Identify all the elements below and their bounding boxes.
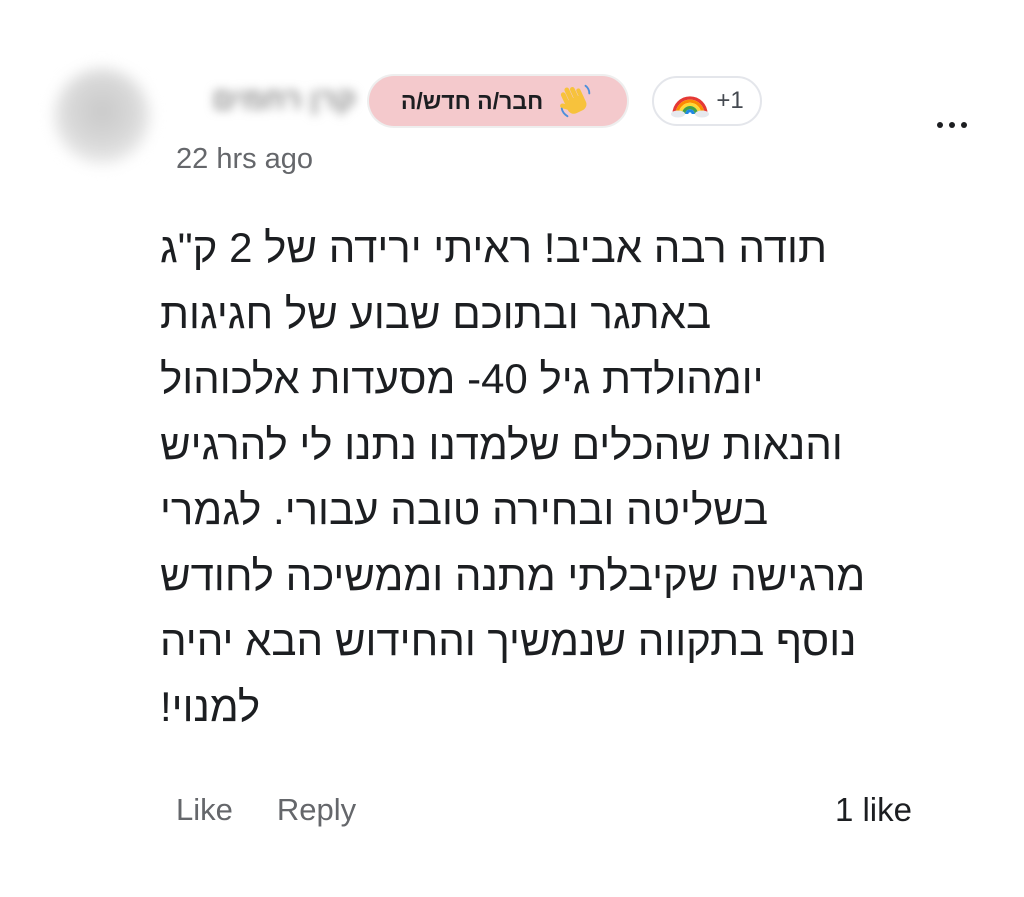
- like-count[interactable]: 1 like: [835, 788, 912, 832]
- avatar[interactable]: [54, 68, 150, 164]
- comment-text: תודה רבה אביב! ראיתי ירידה של 2 ק"ג באתג…: [160, 215, 900, 739]
- rainbow-icon: [671, 96, 710, 118]
- comment-timestamp[interactable]: 22 hrs ago: [176, 143, 313, 176]
- more-options-icon-dot: [949, 122, 955, 128]
- more-options-icon-dot: [961, 122, 967, 128]
- comment-text-line: נוסף בתקווה שנמשיך והחידוש הבא יהיה: [160, 617, 857, 664]
- comment-text-line: תודה רבה אביב! ראיתי ירידה של 2 ק"ג: [160, 224, 827, 271]
- comment-text-line: למנוי!: [160, 682, 261, 730]
- like-button[interactable]: Like: [176, 792, 233, 828]
- comment-text-line: באתגר ובתוכם שבוע של חגיגות: [160, 289, 712, 337]
- comment-text-line: יומהולדת גיל 40- מסעדות אלכוהול: [160, 355, 764, 402]
- more-options-button[interactable]: [930, 110, 974, 140]
- waving-hand-icon: [560, 84, 591, 118]
- new-member-badge-label: חבר/ה חדש/ה: [400, 87, 544, 114]
- new-member-badge[interactable]: חבר/ה חדש/ה: [369, 76, 627, 126]
- more-options-icon: [937, 122, 943, 128]
- comment-text-line: והנאות שהכלים שלמדנו נתנו לי להרגיש: [160, 420, 843, 468]
- comment-text-line: בשליטה ובחירה טובה עבורי. לגמרי: [160, 486, 769, 533]
- more-badges-chip[interactable]: +1: [652, 76, 762, 126]
- more-badges-count: +1: [716, 87, 744, 114]
- comment-text-line: מרגישה שקיבלתי מתנה וממשיכה לחודש: [160, 551, 866, 599]
- author-name[interactable]: קרן רחמים: [176, 80, 356, 120]
- comment-actions: Like Reply: [176, 788, 356, 832]
- reply-button[interactable]: Reply: [277, 792, 356, 828]
